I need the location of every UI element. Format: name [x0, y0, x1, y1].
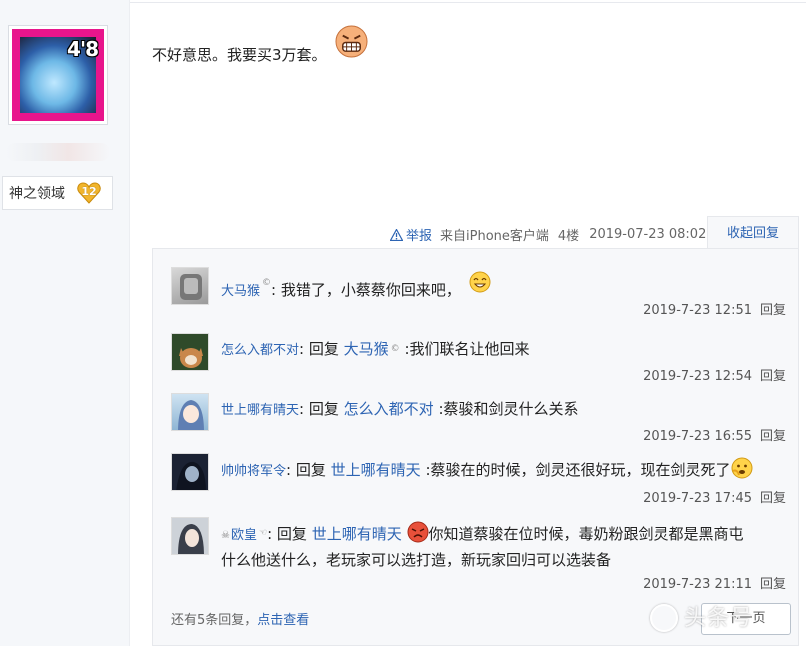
level-name: 神之领域	[9, 186, 65, 202]
user-tag: ☜	[258, 528, 268, 538]
separator: :	[267, 525, 273, 543]
more-replies-text: 还有5条回复，	[171, 613, 258, 628]
thinking-face-emoji-icon	[731, 457, 753, 479]
reply-text-line1: 你知道蔡骏在位时候，毒奶粉跟剑灵都是黑商屯	[428, 525, 744, 543]
reply-footer: 2019-7-23 17:45 回复	[643, 487, 786, 506]
reply-date: 2019-7-23 16:55	[643, 429, 752, 444]
divider	[130, 2, 806, 3]
reply-button[interactable]: 回复	[760, 369, 786, 384]
reply-button[interactable]: 回复	[760, 429, 786, 444]
post-floor: 4楼	[557, 229, 580, 244]
reply-keyword: 回复	[308, 340, 339, 358]
post-content: 不好意思。我要买3万套。	[152, 46, 327, 64]
user-tag: ©	[390, 344, 400, 354]
list-item: 大马猴©: 我错了，小蔡蔡你回来吧， 2019-7-23 12:51 回复	[171, 267, 786, 327]
list-item: 世上哪有晴天: 回复 怎么入都不对 :蔡骏和剑灵什么关系 2019-7-23 1…	[171, 393, 786, 453]
avatar[interactable]	[171, 453, 209, 491]
angry-face-emoji-icon	[407, 521, 428, 543]
reply-username[interactable]: 世上哪有晴天	[221, 403, 299, 418]
list-item: 怎么入都不对: 回复 大马猴 © :我们联名让他回来 2019-7-23 12:5…	[171, 333, 786, 393]
reply-date: 2019-7-23 12:51	[643, 303, 752, 318]
report-link[interactable]: 举报	[390, 225, 432, 244]
reply-button[interactable]: 回复	[760, 491, 786, 506]
reply-text: :蔡骏和剑灵什么关系	[438, 400, 579, 418]
avatar-badge-text: 4'8	[67, 37, 99, 61]
author-avatar[interactable]: 4'8	[8, 25, 108, 125]
separator: :	[271, 281, 277, 299]
reply-username[interactable]: 大马猴	[221, 284, 260, 299]
author-sidebar: 4'8 神之领域 12	[0, 0, 130, 646]
avatar[interactable]	[171, 333, 209, 371]
reply-target-username[interactable]: 大马猴	[344, 340, 389, 358]
reply-text-line2: 什么他送什么，老玩家可以选打造，新玩家回归可以选装备	[221, 551, 612, 569]
reply-date: 2019-7-23 12:54	[643, 369, 752, 384]
post-source: 来自iPhone客户端	[440, 229, 549, 244]
report-label: 举报	[406, 229, 433, 244]
reply-target-username[interactable]: 世上哪有晴天	[312, 525, 402, 543]
reply-keyword: 回复	[295, 461, 326, 479]
reply-button[interactable]: 回复	[760, 577, 786, 592]
reply-target-username[interactable]: 世上哪有晴天	[331, 461, 421, 479]
avatar[interactable]	[171, 517, 209, 555]
reply-target-username[interactable]: 怎么入都不对	[344, 400, 434, 418]
separator: :	[286, 461, 292, 479]
view-more-link[interactable]: 点击查看	[257, 613, 309, 628]
reply-text: 我错了，小蔡蔡你回来吧，	[280, 281, 461, 299]
reply-date: 2019-7-23 21:11	[643, 577, 752, 592]
reply-button[interactable]: 回复	[760, 303, 786, 318]
separator: :	[299, 340, 305, 358]
reply-text: :蔡骏在的时候，剑灵还很好玩，现在剑灵死了	[425, 461, 731, 479]
reply-footer: 2019-7-23 16:55 回复	[643, 425, 786, 444]
list-item: ☠欧皇 ☜: 回复 世上哪有晴天 你知道蔡骏在位时候，毒奶粉跟剑灵都是黑商屯 什么…	[171, 517, 786, 597]
avatar[interactable]	[171, 393, 209, 431]
author-name-blurred	[6, 143, 110, 161]
warning-icon	[390, 228, 403, 241]
reply-keyword: 回复	[308, 400, 339, 418]
reply-username[interactable]: 怎么入都不对	[221, 343, 299, 358]
reply-footer: 2019-7-23 21:11 回复	[643, 573, 786, 592]
post-meta: 举报 来自iPhone客户端 4楼 2019-07-23 08:02	[390, 225, 706, 244]
reply-keyword: 回复	[276, 525, 307, 543]
reply-date: 2019-7-23 17:45	[643, 491, 752, 506]
post-date: 2019-07-23 08:02	[589, 227, 707, 242]
reply-username[interactable]: 帅帅将军令	[221, 464, 286, 479]
reply-footer: 2019-7-23 12:51 回复	[643, 299, 786, 318]
avatar-image: 4'8	[12, 29, 104, 121]
watermark-text: 头条号	[684, 606, 754, 631]
skull-icon: ☠	[221, 530, 230, 541]
user-tag: ©	[262, 278, 272, 288]
grinning-face-emoji-icon	[335, 25, 368, 58]
level-heart-icon: 12	[77, 182, 101, 204]
reply-username[interactable]: 欧皇	[231, 528, 257, 543]
more-replies: 还有5条回复，点击查看	[171, 609, 309, 628]
laughing-face-emoji-icon	[469, 271, 491, 293]
reply-text: :我们联名让他回来	[404, 340, 530, 358]
reply-footer: 2019-7-23 12:54 回复	[643, 365, 786, 384]
level-number: 12	[81, 185, 97, 198]
collapse-replies-button[interactable]: 收起回复	[707, 216, 799, 249]
reply-panel: 大马猴©: 我错了，小蔡蔡你回来吧， 2019-7-23 12:51 回复 怎么入…	[152, 248, 799, 646]
avatar[interactable]	[171, 267, 209, 305]
separator: :	[299, 400, 305, 418]
watermark-logo-icon	[650, 604, 678, 632]
level-badge-box[interactable]: 神之领域 12	[2, 176, 113, 210]
list-item: 帅帅将军令: 回复 世上哪有晴天 :蔡骏在的时候，剑灵还很好玩，现在剑灵死了 2…	[171, 453, 786, 515]
